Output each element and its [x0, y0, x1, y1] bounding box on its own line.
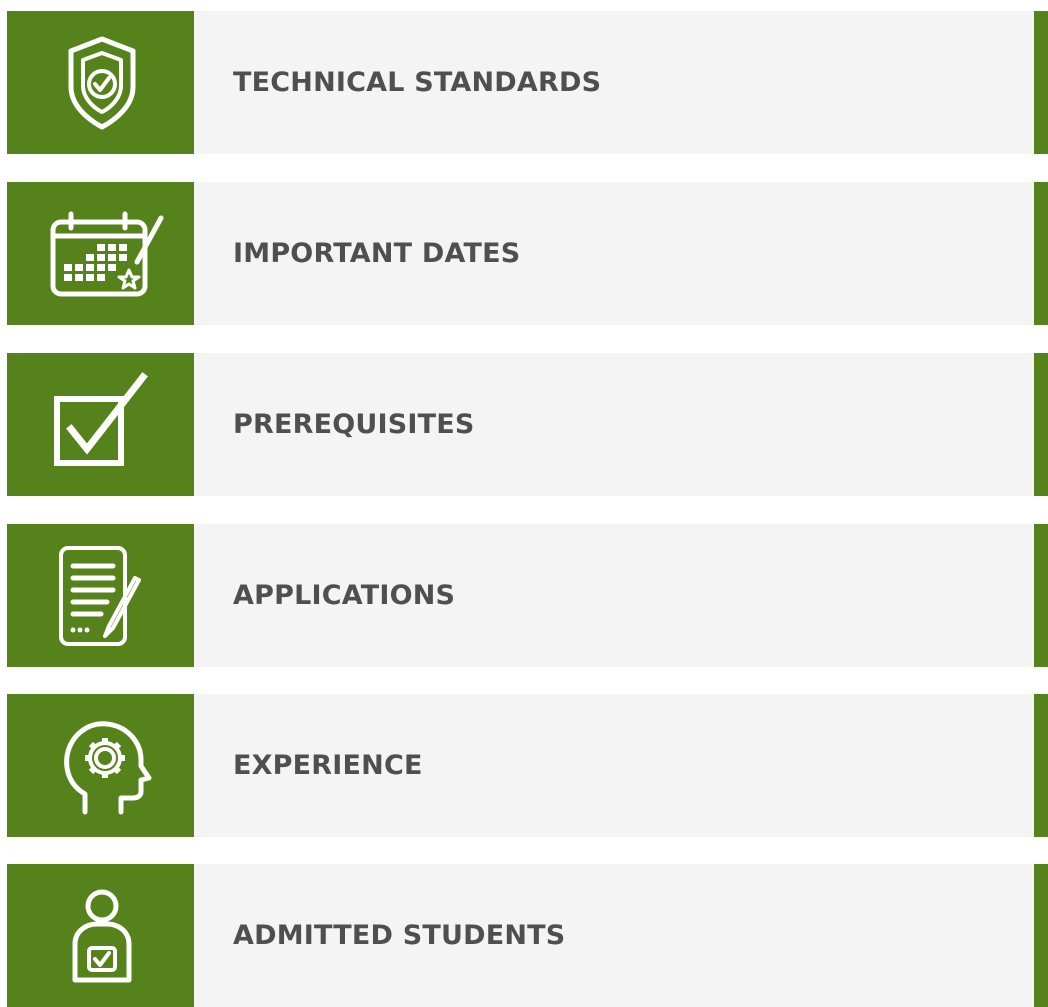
accent-edge	[1034, 182, 1048, 325]
nav-item-label: ADMITTED STUDENTS	[233, 920, 566, 951]
label-area: APPLICATIONS	[194, 524, 1034, 667]
document-pen-icon	[59, 546, 141, 646]
student-check-icon	[72, 889, 132, 983]
nav-item-admitted-students[interactable]: ADMITTED STUDENTS	[7, 864, 1048, 1007]
shield-check-icon	[68, 36, 136, 130]
nav-list: TECHNICAL STANDARDS IMPORTANT DATES PRER…	[0, 0, 1048, 1007]
nav-item-label: IMPORTANT DATES	[233, 238, 521, 269]
icon-box	[7, 864, 194, 1007]
nav-item-technical-standards[interactable]: TECHNICAL STANDARDS	[7, 11, 1048, 154]
accent-edge	[1034, 524, 1048, 667]
nav-item-prerequisites[interactable]: PREREQUISITES	[7, 353, 1048, 496]
icon-box	[7, 694, 194, 837]
label-area: ADMITTED STUDENTS	[194, 864, 1034, 1007]
icon-box	[7, 524, 194, 667]
nav-item-label: PREREQUISITES	[233, 409, 475, 440]
label-area: IMPORTANT DATES	[194, 182, 1034, 325]
nav-item-label: EXPERIENCE	[233, 750, 423, 781]
label-area: TECHNICAL STANDARDS	[194, 11, 1034, 154]
checkbox-icon	[54, 372, 148, 466]
label-area: PREREQUISITES	[194, 353, 1034, 496]
icon-box	[7, 353, 194, 496]
accent-edge	[1034, 864, 1048, 1007]
icon-box	[7, 11, 194, 154]
nav-item-label: TECHNICAL STANDARDS	[233, 67, 602, 98]
accent-edge	[1034, 11, 1048, 154]
nav-item-label: APPLICATIONS	[233, 580, 456, 611]
calendar-icon	[50, 211, 164, 297]
head-gear-icon	[64, 721, 152, 815]
nav-item-experience[interactable]: EXPERIENCE	[7, 694, 1048, 837]
nav-item-applications[interactable]: APPLICATIONS	[7, 524, 1048, 667]
nav-item-important-dates[interactable]: IMPORTANT DATES	[7, 182, 1048, 325]
label-area: EXPERIENCE	[194, 694, 1034, 837]
icon-box	[7, 182, 194, 325]
accent-edge	[1034, 694, 1048, 837]
accent-edge	[1034, 353, 1048, 496]
